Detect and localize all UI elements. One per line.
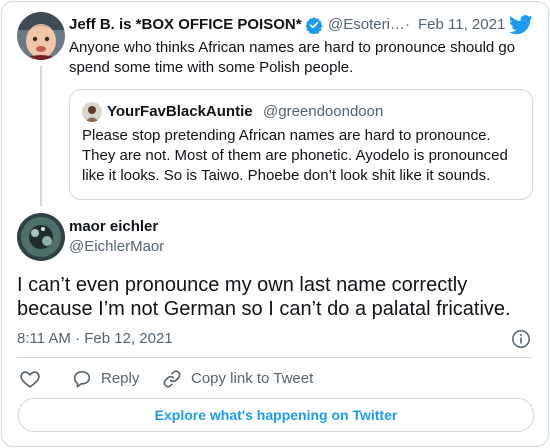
reply-to-separator: · — [405, 16, 410, 33]
avatar-maor-image — [17, 213, 65, 261]
quoted-display-name: YourFavBlackAuntie — [107, 103, 253, 120]
heart-icon — [20, 371, 40, 388]
reply-to-display-name[interactable]: Jeff B. is *BOX OFFICE POISON* — [69, 16, 302, 33]
tweet-timestamp[interactable]: 8:11 AM · Feb 12, 2021 — [17, 330, 173, 347]
reply-to-handle[interactable]: @Esoteri… — [328, 16, 405, 33]
reply-bubble-icon — [73, 371, 91, 388]
copy-link-icon[interactable] — [161, 368, 183, 390]
explore-twitter-button[interactable]: Explore what's happening on Twitter — [18, 398, 534, 432]
like-button[interactable] — [19, 368, 41, 390]
twitter-bird-icon[interactable] — [509, 14, 533, 36]
avatar-jeff[interactable] — [17, 12, 65, 60]
avatar-jeff-image — [17, 12, 65, 60]
reply-label[interactable]: Reply — [101, 370, 139, 387]
copy-link-label[interactable]: Copy link to Tweet — [191, 370, 313, 387]
main-display-name[interactable]: maor eichler — [69, 218, 158, 235]
reply-to-text: Anyone who thinks African names are hard… — [69, 39, 516, 76]
main-tweet-text: I can’t even pronounce my own last name … — [17, 274, 511, 320]
link-icon — [163, 370, 181, 388]
avatar-quoted — [82, 102, 102, 122]
avatar-maor[interactable] — [17, 213, 65, 261]
info-icon[interactable] — [511, 329, 531, 349]
divider — [17, 357, 532, 358]
verified-badge-icon — [305, 16, 323, 35]
quoted-text: Please stop pretending African names are… — [82, 127, 508, 184]
reply-icon[interactable] — [71, 368, 93, 390]
quoted-handle: @greendoondoon — [263, 103, 384, 120]
thread-connector-line — [40, 66, 42, 206]
quoted-tweet[interactable]: YourFavBlackAuntie @greendoondoon Please… — [69, 89, 533, 200]
main-handle[interactable]: @EichlerMaor — [69, 238, 164, 255]
reply-to-date[interactable]: Feb 11, 2021 — [418, 16, 505, 33]
